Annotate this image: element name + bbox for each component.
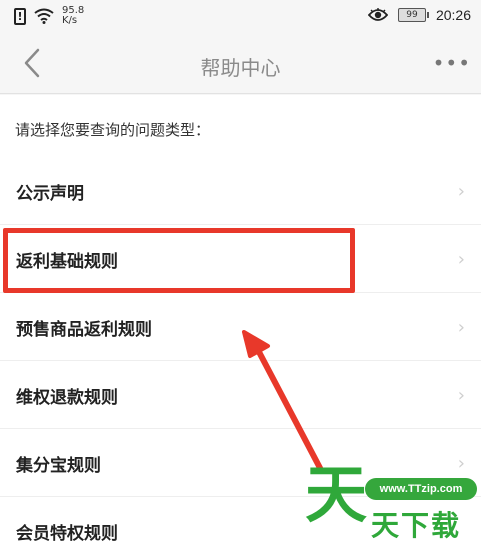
list-item-label: 集分宝规则 bbox=[16, 456, 101, 476]
battery-icon: 99 bbox=[397, 8, 429, 22]
wifi-icon bbox=[34, 8, 54, 24]
more-options-button[interactable]: ••• bbox=[433, 53, 471, 73]
battery-level: 99 bbox=[406, 10, 418, 20]
page-title: 帮助中心 bbox=[200, 56, 281, 80]
watermark-url: www.TTzip.com bbox=[365, 478, 477, 500]
status-left: ! 95.8 K/s bbox=[14, 6, 84, 26]
list-item-label: 会员特权规则 bbox=[16, 524, 118, 544]
chevron-right-icon: › bbox=[457, 181, 465, 202]
watermark-text: 天下载 bbox=[371, 509, 462, 542]
question-type-prompt: 请选择您要查询的问题类型： bbox=[15, 121, 211, 139]
list-item-label: 预售商品返利规则 bbox=[16, 320, 152, 340]
chevron-right-icon: › bbox=[457, 249, 465, 270]
list-item-label: 维权退款规则 bbox=[16, 388, 118, 408]
site-watermark: 天 www.TTzip.com 天下载 bbox=[305, 464, 481, 544]
chevron-right-icon: › bbox=[457, 385, 465, 406]
highlight-box bbox=[3, 228, 355, 293]
eye-icon bbox=[367, 8, 388, 21]
list-item-presale-rebate-rules[interactable]: 预售商品返利规则 › bbox=[0, 293, 481, 361]
chevron-right-icon: › bbox=[457, 317, 465, 338]
network-speed-unit: K/s bbox=[62, 15, 78, 26]
list-item-label: 公示声明 bbox=[16, 184, 84, 204]
watermark-logo-char: 天 bbox=[305, 458, 368, 531]
status-right: 99 20:26 bbox=[367, 7, 471, 23]
navigation-bar: 帮助中心 ••• bbox=[0, 32, 481, 94]
list-item-announcement[interactable]: 公示声明 › bbox=[0, 157, 481, 225]
network-speed: 95.8 K/s bbox=[62, 6, 84, 26]
alert-icon: ! bbox=[14, 7, 26, 25]
list-item-refund-rules[interactable]: 维权退款规则 › bbox=[0, 361, 481, 429]
clock: 20:26 bbox=[435, 7, 471, 23]
status-bar: ! 95.8 K/s 99 20:26 bbox=[0, 0, 481, 32]
